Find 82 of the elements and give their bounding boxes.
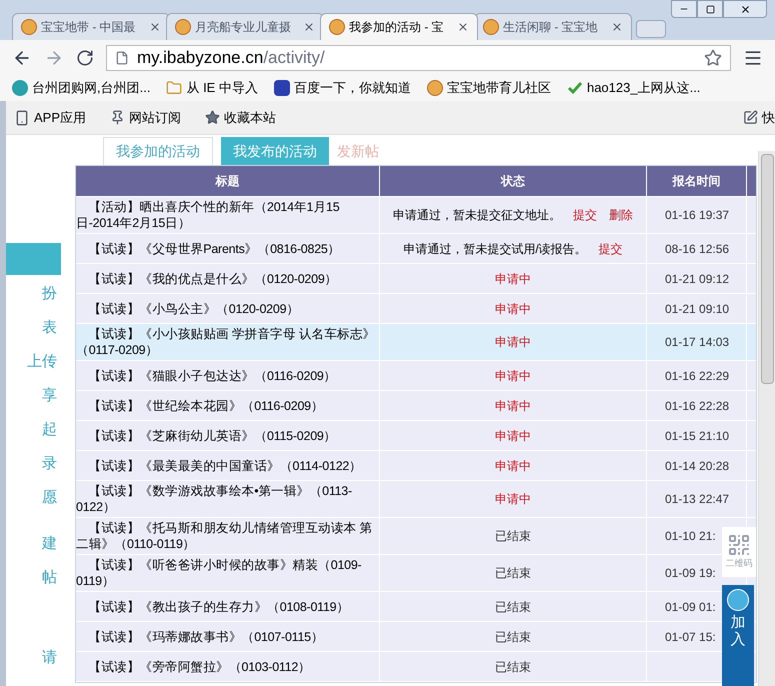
table-row[interactable]: 【试读】《我的优点是什么》（0120-0209） 申请中 01-21 09:12 [76, 264, 756, 294]
status-text: 已结束 [495, 628, 531, 646]
table-row[interactable]: 【试读】《小鸟公主》（0120-0209） 申请中 01-21 09:10 [76, 294, 756, 324]
signup-time: 01-10 21: [665, 528, 716, 545]
activity-title: 【试读】《小鸟公主》（0120-0209） [88, 300, 300, 316]
table-row[interactable]: 【试读】《旁帝阿蟹拉》（0103-0112） 已结束 [76, 652, 756, 682]
activity-title: 【试读】《我的优点是什么》（0120-0209） [88, 270, 338, 286]
activity-title: 【试读】《玛蒂娜故事书》（0107-0115） [88, 628, 324, 644]
activity-title: 【试读】《听爸爸讲小时候的故事》精装（0109-0119） [76, 557, 362, 589]
table-row[interactable]: 【试读】《父母世界Parents》（0816-0825） 申请通过，暂未提交试用/读报告。 提交 08-16 12:56 [76, 234, 756, 264]
column-header: 报名时间 [647, 166, 747, 196]
bookmark-item[interactable]: 百度一下，你就知道 [274, 78, 411, 98]
signup-time: 01-15 21:10 [665, 428, 730, 444]
bookmark-item[interactable]: 宝宝地带育儿社区 [426, 78, 551, 98]
status-text: 申请通过，暂未提交试用/读报告。 [403, 240, 587, 258]
status-text: 申请中 [495, 300, 531, 318]
signup-time: 01-21 09:10 [665, 300, 730, 318]
status-text: 已结束 [495, 598, 531, 616]
toolbar-link[interactable]: 网站订阅 [110, 108, 182, 128]
activity-title: 【试读】《小小孩贴贴画 学拼音字母 认名车标志》（0117-0209） [76, 326, 376, 358]
address-field[interactable]: my.ibabyzone.cn/activity/ [106, 44, 731, 70]
column-header: 标题 [76, 166, 380, 196]
activity-title: 【试读】《最美最美的中国童话》（0114-0122） [88, 458, 362, 474]
signup-time: 01-21 09:12 [665, 270, 730, 288]
toolbar-link[interactable]: 收藏本站 [205, 108, 276, 128]
toolbar-link[interactable]: 快 [743, 108, 775, 128]
signup-time: 01-16 19:37 [665, 207, 730, 224]
column-header: 状态 [380, 166, 647, 196]
browser-tab[interactable]: 生活闲聊 - 宝宝地 [474, 13, 632, 40]
signup-time: 01-09 01: [665, 598, 716, 616]
activity-title: 【试读】《数学游戏故事绘本•第一辑》（0113-0122） [76, 483, 353, 515]
activity-title: 【试读】《父母世界Parents》（0816-0825） [88, 240, 340, 256]
status-text: 申请中 [495, 428, 531, 444]
status-text: 已结束 [495, 528, 531, 545]
table-row[interactable]: 【活动】晒出喜庆个性的新年（2014年1月15日-2014年2月15日） 申请通过，暂未提交征文地址。 提交 删除 01-16 19:37 [76, 197, 756, 234]
activity-title: 【试读】《托马斯和朋友幼儿情绪管理互动读本 第二辑》（0110-0119） [76, 520, 374, 552]
bookmark-item[interactable]: 从 IE 中导入 [166, 78, 258, 98]
activity-title: 【试读】《教出孩子的生存力》（0108-0119） [88, 598, 350, 614]
qr-label: 二维码 [726, 557, 752, 570]
signup-time: 08-16 12:56 [665, 240, 730, 258]
status-text: 已结束 [495, 658, 531, 676]
browser-tab[interactable]: 宝宝地带 - 中国最 [12, 13, 170, 40]
status-text: 申请中 [495, 270, 531, 288]
status-text: 申请中 [495, 458, 531, 474]
table-row[interactable]: 【试读】《数学游戏故事绘本•第一辑》（0113-0122） 申请中 01-13 22:47 [76, 481, 756, 518]
status-text: 已结束 [495, 565, 531, 582]
signup-time: 01-17 14:03 [665, 334, 730, 351]
bookmark-item[interactable]: hao123_上网从这... [566, 78, 700, 98]
table-row[interactable]: 【试读】《猫眼小子包达达》（0116-0209） 申请中 01-16 22:29 [76, 361, 756, 391]
browser-tab[interactable]: 我参加的活动 - 宝 [320, 13, 478, 40]
signup-time: 01-07 15: [665, 628, 716, 646]
bookmark-item[interactable]: 台州团购网,台州团... [12, 78, 150, 98]
activity-title: 【试读】《芝麻街幼儿英语》（0115-0209） [88, 428, 336, 444]
table-row[interactable]: 【试读】《小小孩贴贴画 学拼音字母 认名车标志》（0117-0209） 申请中 01-17 14:03 [76, 324, 756, 361]
activity-title: 【试读】《世纪绘本花园》（0116-0209） [88, 398, 324, 414]
signup-time: 01-09 19: [665, 565, 716, 582]
signup-time: 01-13 22:47 [665, 491, 730, 508]
activity-title: 【活动】晒出喜庆个性的新年（2014年1月15日-2014年2月15日） [76, 199, 340, 231]
url-text: my.ibabyzone.cn/activity/ [137, 46, 325, 69]
activity-title: 【试读】《旁帝阿蟹拉》（0103-0112） [88, 658, 311, 674]
status-text: 申请中 [495, 368, 531, 384]
tab-title: 生活闲聊 - 宝宝地 [503, 19, 599, 36]
status-text: 申请中 [495, 491, 531, 508]
signup-time: 01-16 22:28 [665, 398, 730, 414]
join-button[interactable]: 加入 [722, 585, 754, 686]
table-row[interactable]: 【试读】《最美最美的中国童话》（0114-0122） 申请中 01-14 20:28 [76, 451, 756, 481]
toolbar-link[interactable]: APP应用 [14, 108, 86, 128]
status-text: 申请中 [495, 398, 531, 414]
browser-tab[interactable]: 月亮船专业儿童摄 [166, 13, 324, 40]
table-row[interactable]: 【试读】《世纪绘本花园》（0116-0209） 申请中 01-16 22:28 [76, 391, 756, 421]
signup-time: 01-14 20:28 [665, 458, 730, 474]
tab-title: 月亮船专业儿童摄 [195, 19, 292, 36]
status-text: 申请中 [495, 334, 531, 351]
action-link[interactable]: 删除 [609, 206, 633, 224]
activity-title: 【试读】《猫眼小子包达达》（0116-0209） [88, 368, 336, 384]
action-link[interactable]: 提交 [573, 206, 597, 224]
tab-title: 宝宝地带 - 中国最 [41, 19, 137, 36]
signup-time: 01-16 22:29 [665, 368, 730, 384]
action-link[interactable]: 提交 [598, 240, 623, 258]
tab-title: 我参加的活动 - 宝 [349, 19, 445, 36]
status-text: 申请通过，暂未提交征文地址。 [393, 207, 561, 224]
table-row[interactable]: 【试读】《芝麻街幼儿英语》（0115-0209） 申请中 01-15 21:10 [76, 421, 756, 451]
